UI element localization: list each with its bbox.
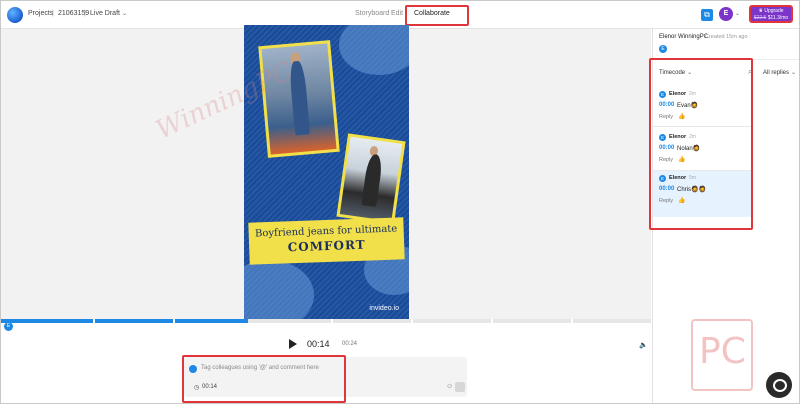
watermark-logo-text: PC xyxy=(699,331,746,372)
timeline-progress xyxy=(1,319,248,323)
highlight-collaborate-tab xyxy=(405,5,469,26)
brand-label: invideo.io xyxy=(369,305,399,312)
upgrade-label: ♛ Upgrade xyxy=(758,8,784,14)
replies-filter[interactable]: All replies ⌄ xyxy=(763,69,796,76)
app-logo-icon[interactable] xyxy=(7,7,23,23)
comment-marker[interactable]: E xyxy=(4,322,13,331)
breadcrumb-separator: | xyxy=(84,10,86,17)
draft-selector[interactable]: Live Draft ⌄ xyxy=(90,10,127,17)
photo-image xyxy=(261,43,337,155)
upgrade-price: $22.5 $11.3/mo xyxy=(753,15,789,21)
emoji-icon[interactable]: ☺ xyxy=(446,383,453,390)
project-owner: Elenor WinningPC xyxy=(659,34,709,40)
replies-filter-label: All replies xyxy=(763,70,790,76)
timeline-segment-divider xyxy=(331,319,333,323)
send-button[interactable] xyxy=(455,382,465,392)
chevron-down-icon: ⌄ xyxy=(791,70,797,76)
total-time: 00:24 xyxy=(342,341,358,347)
volume-icon[interactable]: 🔈 xyxy=(639,341,648,349)
timeline-segment-divider xyxy=(93,319,95,323)
highlight-comments-list xyxy=(649,58,753,230)
tab-storyboard[interactable]: Storyboard xyxy=(355,10,389,17)
model-figure xyxy=(361,153,384,207)
headline-banner: Boyfriend jeans for ultimate COMFORT xyxy=(248,217,405,265)
watermark-logo: PC xyxy=(691,319,753,391)
timeline-scrubber[interactable] xyxy=(1,319,651,323)
timeline-segment-divider xyxy=(571,319,573,323)
breadcrumb-projects[interactable]: Projects xyxy=(28,10,53,17)
collaborator-avatar[interactable]: E xyxy=(659,45,667,53)
tab-edit[interactable]: Edit xyxy=(391,10,403,17)
share-icon[interactable]: ⧉ xyxy=(701,9,713,21)
timeline-segment-divider xyxy=(173,319,175,323)
chevron-down-icon[interactable]: ⌄ xyxy=(735,10,740,17)
draft-selector-label: Live Draft xyxy=(90,10,120,17)
upgrade-button[interactable]: ♛ Upgrade $22.5 $11.3/mo xyxy=(749,5,793,23)
timeline-segment-divider xyxy=(491,319,493,323)
video-photo-2 xyxy=(336,133,406,225)
photo-image xyxy=(339,136,403,222)
play-icon[interactable] xyxy=(289,339,297,349)
app-window: Projects | 21063159 | Live Draft ⌄ Storyb… xyxy=(0,0,800,404)
highlight-comment-input xyxy=(182,355,346,403)
breadcrumb-separator: | xyxy=(52,10,54,17)
headline-line-2: COMFORT xyxy=(287,237,366,255)
video-photo-1 xyxy=(258,40,340,158)
timeline-segment-divider xyxy=(411,319,413,323)
created-time: Created 15m ago xyxy=(705,34,748,40)
chat-support-icon[interactable] xyxy=(766,372,792,398)
user-avatar[interactable]: E xyxy=(719,7,733,21)
chevron-down-icon: ⌄ xyxy=(121,11,127,17)
current-time: 00:14 xyxy=(307,339,330,349)
